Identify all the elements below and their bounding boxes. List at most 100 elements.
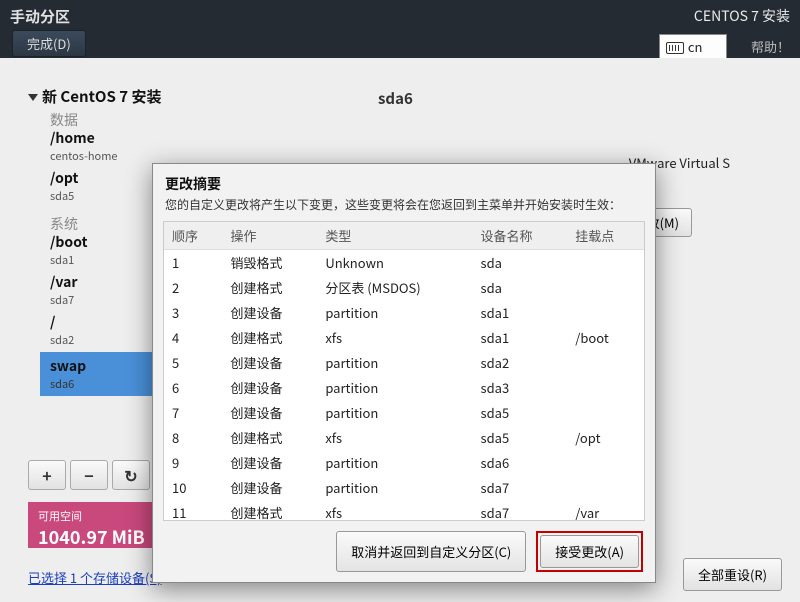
mount-dev: sda2 — [50, 332, 160, 348]
table-row[interactable]: 11创建格式xfssda7/var — [164, 500, 644, 521]
mount-entry-home[interactable]: /home centos-home — [50, 128, 160, 164]
tree-header[interactable]: 新 CentOS 7 安装 — [28, 86, 161, 107]
dialog-subtitle: 您的自定义更改将产生以下变更，这些变更将会在您返回到主菜单并开始安装时生效： — [153, 196, 655, 221]
mount-dev: sda5 — [50, 188, 160, 204]
mount-path: /opt — [50, 168, 160, 188]
keyboard-label: cn — [688, 37, 703, 56]
available-space-box: 可用空间 1040.97 MiB — [28, 502, 155, 548]
table-row[interactable]: 3创建设备partitionsda1 — [164, 300, 644, 325]
cell-device: sda6 — [473, 450, 568, 475]
col-device[interactable]: 设备名称 — [473, 222, 568, 250]
mount-entry-root[interactable]: / sda2 — [50, 312, 160, 348]
cell-mount: /var — [567, 500, 644, 521]
cell-order: 11 — [164, 500, 223, 521]
cell-op: 创建设备 — [223, 375, 318, 400]
install-title: CENTOS 7 安装 — [659, 6, 790, 26]
add-mount-button[interactable]: + — [28, 460, 66, 490]
done-button[interactable]: 完成(D) — [12, 30, 86, 57]
cell-device: sda — [473, 250, 568, 276]
available-space-value: 1040.97 MiB — [38, 524, 145, 550]
cell-mount — [567, 350, 644, 375]
cell-op: 创建设备 — [223, 400, 318, 425]
cell-device: sda5 — [473, 425, 568, 450]
top-bar: 手动分区 完成(D) CENTOS 7 安装 cn 帮助！ — [0, 0, 800, 58]
reset-all-button[interactable]: 全部重设(R) — [683, 558, 782, 591]
cell-type: partition — [317, 400, 472, 425]
page-title: 手动分区 — [10, 6, 70, 27]
cell-device: sda — [473, 275, 568, 300]
mount-entry-swap[interactable]: swap sda6 — [40, 352, 160, 396]
cell-device: sda1 — [473, 325, 568, 350]
table-row[interactable]: 5创建设备partitionsda2 — [164, 350, 644, 375]
available-space-label: 可用空间 — [38, 508, 145, 524]
col-mount[interactable]: 挂载点 — [567, 222, 644, 250]
category-data: 数据 — [50, 110, 78, 130]
cell-type: partition — [317, 450, 472, 475]
cell-order: 4 — [164, 325, 223, 350]
cell-type: xfs — [317, 500, 472, 521]
dialog-title: 更改摘要 — [153, 164, 655, 196]
selected-device-heading: sda6 — [378, 88, 413, 109]
cell-type: partition — [317, 350, 472, 375]
mount-entry-opt[interactable]: /opt sda5 — [50, 168, 160, 204]
cell-device: sda1 — [473, 300, 568, 325]
cell-order: 1 — [164, 250, 223, 276]
cell-op: 创建格式 — [223, 425, 318, 450]
main-area: 新 CentOS 7 安装 数据 /home centos-home /opt … — [0, 58, 800, 602]
cell-mount — [567, 450, 644, 475]
chevron-down-icon — [28, 94, 38, 101]
keyboard-icon — [666, 42, 684, 54]
cell-device: sda3 — [473, 375, 568, 400]
mount-entry-var[interactable]: /var sda7 — [50, 272, 160, 308]
keyboard-layout-selector[interactable]: cn — [659, 34, 728, 59]
cell-order: 8 — [164, 425, 223, 450]
col-op[interactable]: 操作 — [223, 222, 318, 250]
cell-op: 销毁格式 — [223, 250, 318, 276]
help-button[interactable]: 帮助！ — [751, 37, 790, 56]
mount-dev: sda7 — [50, 292, 160, 308]
table-row[interactable]: 6创建设备partitionsda3 — [164, 375, 644, 400]
col-type[interactable]: 类型 — [317, 222, 472, 250]
cell-order: 9 — [164, 450, 223, 475]
remove-mount-button[interactable]: − — [70, 460, 108, 490]
mount-path: / — [50, 312, 160, 332]
changes-table: 顺序 操作 类型 设备名称 挂载点 1销毁格式Unknownsda2创建格式分区… — [164, 222, 644, 521]
cell-mount — [567, 400, 644, 425]
table-row[interactable]: 8创建格式xfssda5/opt — [164, 425, 644, 450]
table-row[interactable]: 9创建设备partitionsda6 — [164, 450, 644, 475]
table-row[interactable]: 7创建设备partitionsda5 — [164, 400, 644, 425]
cell-type: partition — [317, 475, 472, 500]
table-row[interactable]: 1销毁格式Unknownsda — [164, 250, 644, 276]
cell-mount — [567, 375, 644, 400]
cell-op: 创建设备 — [223, 350, 318, 375]
cell-order: 10 — [164, 475, 223, 500]
cell-type: Unknown — [317, 250, 472, 276]
mount-dev: sda1 — [50, 252, 160, 268]
cell-op: 创建格式 — [223, 325, 318, 350]
mount-entry-boot[interactable]: /boot sda1 — [50, 232, 160, 268]
accept-highlight: 接受更改(A) — [536, 531, 643, 572]
mount-dev: centos-home — [50, 148, 160, 164]
table-row[interactable]: 2创建格式分区表 (MSDOS)sda — [164, 275, 644, 300]
col-order[interactable]: 顺序 — [164, 222, 223, 250]
category-system: 系统 — [50, 214, 78, 234]
cell-order: 5 — [164, 350, 223, 375]
table-row[interactable]: 4创建格式xfssda1/boot — [164, 325, 644, 350]
cell-type: partition — [317, 375, 472, 400]
mount-dev: sda6 — [50, 376, 150, 392]
cell-mount: /opt — [567, 425, 644, 450]
cell-type: xfs — [317, 325, 472, 350]
accept-button[interactable]: 接受更改(A) — [540, 535, 639, 568]
cell-device: sda2 — [473, 350, 568, 375]
cell-mount — [567, 250, 644, 276]
storage-selected-link[interactable]: 已选择 1 个存储设备(S) — [28, 568, 162, 587]
cell-order: 2 — [164, 275, 223, 300]
table-row[interactable]: 10创建设备partitionsda7 — [164, 475, 644, 500]
cell-mount — [567, 275, 644, 300]
cell-op: 创建设备 — [223, 300, 318, 325]
summary-dialog: 更改摘要 您的自定义更改将产生以下变更，这些变更将会在您返回到主菜单并开始安装时… — [152, 163, 656, 583]
cell-op: 创建格式 — [223, 500, 318, 521]
reload-button[interactable]: ↻ — [112, 460, 150, 490]
cancel-button[interactable]: 取消并返回到自定义分区(C) — [336, 531, 526, 572]
mount-path: swap — [50, 356, 150, 376]
